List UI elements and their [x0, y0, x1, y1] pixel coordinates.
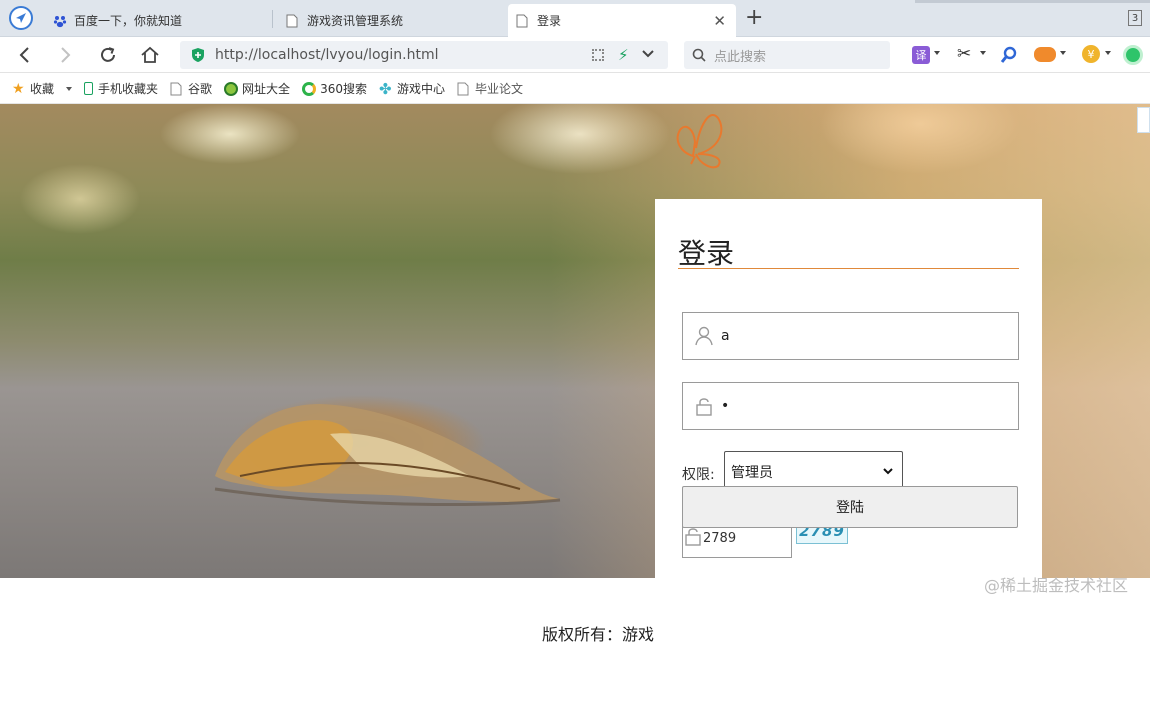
login-title: 登录: [678, 237, 735, 270]
bookmark-label: 手机收藏夹: [98, 82, 159, 96]
dropdown-arrow-icon[interactable]: [1105, 51, 1111, 55]
magnifier-tool-icon[interactable]: [1000, 46, 1018, 68]
search-360-icon: [302, 81, 317, 96]
tab-baidu[interactable]: 百度一下，你就知道: [45, 4, 270, 37]
page-icon: [170, 82, 184, 96]
dropdown-arrow-icon[interactable]: [1060, 51, 1066, 55]
bookmark-mobile[interactable]: 手机收藏夹: [84, 80, 158, 97]
bookmark-label: 网址大全: [242, 82, 291, 96]
new-tab-button[interactable]: +: [745, 6, 763, 30]
qr-code-icon[interactable]: [592, 49, 604, 61]
password-field[interactable]: •: [682, 382, 1019, 430]
tab-title: 百度一下，你就知道: [74, 14, 183, 28]
chevron-down-icon: [882, 464, 894, 480]
search-icon: [692, 48, 706, 62]
home-button[interactable]: [138, 43, 162, 67]
page-content: 登录 a • 权限: 管理员 2789 2789 版权所有：游戏: [0, 104, 1150, 704]
password-value: •: [721, 398, 730, 414]
bookmark-label: 毕业论文: [474, 82, 523, 96]
star-icon: ★: [12, 80, 25, 97]
coupon-icon[interactable]: ¥: [1082, 45, 1100, 63]
bookmarks-bar: ★ 收藏 手机收藏夹 谷歌 网址大全 360搜索 ✤ 游戏中心 毕业论文: [0, 74, 1150, 104]
verification-code-value: 2789: [703, 530, 737, 546]
search-placeholder: 点此搜索: [714, 49, 767, 65]
url-text: http://localhost/lvyou/login.html: [215, 47, 439, 63]
bookmark-label: 360搜索: [320, 82, 367, 96]
bookmark-label: 谷歌: [188, 82, 213, 96]
page-icon: [457, 82, 471, 96]
globe-icon: [224, 81, 239, 96]
bookmark-thesis[interactable]: 毕业论文: [457, 80, 523, 97]
feedback-tab[interactable]: [1137, 107, 1150, 133]
page-icon: [516, 14, 530, 28]
search-box[interactable]: 点此搜索: [684, 41, 890, 69]
dropdown-arrow-icon[interactable]: [980, 51, 986, 55]
bookmark-label: 游戏中心: [396, 82, 445, 96]
scissors-icon[interactable]: ✂: [957, 44, 971, 64]
dropdown-arrow-icon[interactable]: [934, 51, 940, 55]
game-icon: ✤: [378, 79, 392, 98]
page-icon: [286, 14, 300, 28]
bookmark-game-center[interactable]: ✤ 游戏中心: [379, 80, 445, 97]
user-icon: [694, 326, 714, 346]
role-label: 权限:: [682, 467, 715, 483]
bookmark-label: 收藏: [30, 82, 55, 96]
chevron-down-icon[interactable]: [66, 86, 73, 91]
chevron-down-icon[interactable]: [641, 47, 655, 65]
phone-icon: [84, 82, 94, 95]
browser-tab-bar: 百度一下，你就知道 游戏资讯管理系统 登录 ✕ + 3: [0, 0, 1150, 37]
tab-title: 游戏资讯管理系统: [307, 14, 404, 28]
reload-button[interactable]: [96, 43, 120, 67]
lock-icon: [683, 526, 703, 550]
gamepad-icon[interactable]: [1034, 47, 1056, 62]
tab-game-admin[interactable]: 游戏资讯管理系统: [278, 4, 503, 37]
tab-separator: [272, 10, 273, 28]
translate-icon[interactable]: 译: [912, 46, 930, 64]
role-selected-value: 管理员: [731, 464, 773, 481]
bookmark-google[interactable]: 谷歌: [170, 80, 212, 97]
bookmark-360-search[interactable]: 360搜索: [302, 80, 367, 97]
bookmark-favorites[interactable]: ★ 收藏: [12, 80, 73, 97]
bookmark-site-directory[interactable]: 网址大全: [224, 80, 290, 97]
username-value: a: [721, 328, 730, 344]
browser-nav-bar: http://localhost/lvyou/login.html ⚡ 点此搜索…: [0, 37, 1150, 73]
title-underline: [678, 268, 1019, 269]
close-tab-icon[interactable]: ✕: [713, 12, 726, 30]
forward-button[interactable]: [54, 43, 78, 67]
lightning-icon[interactable]: ⚡: [618, 46, 629, 64]
tab-title: 登录: [537, 14, 562, 28]
copyright-text: 版权所有：游戏: [542, 625, 655, 644]
browser-logo-icon[interactable]: [9, 6, 33, 30]
address-bar[interactable]: http://localhost/lvyou/login.html ⚡: [180, 41, 668, 69]
login-button[interactable]: 登陆: [682, 486, 1018, 528]
username-field[interactable]: a: [682, 312, 1019, 360]
watermark: @稀土掘金技术社区: [984, 576, 1129, 595]
tab-count-badge[interactable]: 3: [1128, 10, 1142, 26]
baidu-paw-icon: [53, 14, 67, 28]
window-strip: [915, 0, 1150, 3]
shield-icon: [191, 47, 205, 63]
tab-login[interactable]: 登录 ✕: [508, 4, 736, 37]
lock-icon: [694, 396, 714, 416]
extension-icon[interactable]: [1123, 45, 1143, 65]
butterfly-icon: [676, 114, 723, 169]
back-button[interactable]: [12, 43, 36, 67]
